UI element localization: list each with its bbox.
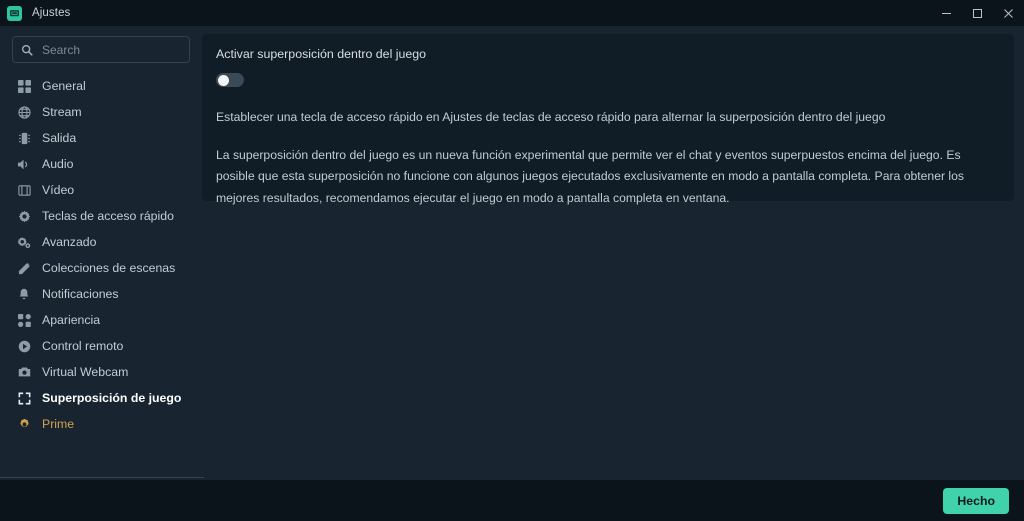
fullscreen-icon — [16, 390, 32, 406]
overlay-toggle-label: Activar superposición dentro del juego — [216, 47, 427, 61]
grid-icon — [16, 78, 32, 94]
footer-bar: Hecho — [0, 480, 1024, 521]
sidebar-item-label: Teclas de acceso rápido — [42, 209, 174, 223]
title-bar: Ajustes — [0, 0, 1024, 26]
sidebar-item-label: Vídeo — [42, 183, 75, 197]
appearance-icon — [16, 312, 32, 328]
maximize-button[interactable] — [962, 0, 993, 26]
sidebar-item-audio[interactable]: Audio — [0, 151, 202, 177]
window-controls — [931, 0, 1024, 26]
film-icon — [16, 182, 32, 198]
camera-icon — [16, 364, 32, 380]
remote-control-icon — [16, 338, 32, 354]
sidebar: General Stream — [0, 26, 204, 480]
sidebar-item-label: General — [42, 79, 86, 93]
gear-icon — [16, 208, 32, 224]
enable-game-overlay-toggle[interactable] — [216, 73, 244, 87]
toggle-knob — [217, 74, 229, 86]
done-button[interactable]: Hecho — [943, 487, 1009, 514]
sidebar-item-remote-control[interactable]: Control remoto — [0, 333, 202, 359]
sidebar-item-label: Avanzado — [42, 235, 97, 249]
sidebar-item-scene-collections[interactable]: Colecciones de escenas — [0, 255, 202, 281]
sidebar-item-virtual-webcam[interactable]: Virtual Webcam — [0, 359, 202, 385]
close-button[interactable] — [993, 0, 1024, 26]
globe-icon — [16, 104, 32, 120]
sidebar-divider — [0, 477, 204, 478]
sidebar-item-stream[interactable]: Stream — [0, 99, 202, 125]
output-icon — [16, 130, 32, 146]
sidebar-item-prime[interactable]: Prime — [0, 411, 202, 437]
stream-deck-icon — [7, 5, 22, 21]
speaker-icon — [16, 156, 32, 172]
settings-window: Ajustes Search General Stream Salida Aud… — [0, 0, 1024, 521]
bell-icon — [16, 286, 32, 302]
sidebar-item-appearance[interactable]: Apariencia — [0, 307, 202, 333]
window-title: Ajustes — [32, 7, 71, 19]
sidebar-item-hotkeys[interactable]: Teclas de acceso rápido — [0, 203, 202, 229]
sidebar-item-avanzado[interactable]: Avanzado — [0, 229, 202, 255]
sidebar-item-notifications[interactable]: Notificaciones — [0, 281, 202, 307]
search-icon — [21, 44, 33, 56]
search-box[interactable] — [12, 36, 190, 63]
content-area: Activar superposición dentro del juego E… — [202, 26, 1024, 480]
sidebar-nav: General Stream Salida Audio Vídeo Teclas… — [0, 73, 202, 437]
sidebar-item-label: Prime — [42, 417, 75, 431]
window-body: General Stream — [0, 26, 1024, 480]
search-input[interactable] — [42, 42, 181, 57]
sidebar-item-salida[interactable]: Salida — [0, 125, 202, 151]
sidebar-item-video[interactable]: Vídeo — [0, 177, 202, 203]
minimize-button[interactable] — [931, 0, 962, 26]
sidebar-item-label: Stream — [42, 105, 82, 119]
gears-icon — [16, 234, 32, 250]
sidebar-item-label: Colecciones de escenas — [42, 261, 176, 275]
sidebar-item-label: Superposición de juego — [42, 391, 182, 405]
sidebar-item-general[interactable]: General — [0, 73, 202, 99]
sidebar-item-label: Audio — [42, 157, 74, 171]
sidebar-item-label: Control remoto — [42, 339, 124, 353]
game-overlay-panel: Activar superposición dentro del juego E… — [202, 34, 1014, 205]
sidebar-item-label: Apariencia — [42, 313, 101, 327]
prime-crown-icon — [16, 416, 32, 432]
sidebar-item-label: Salida — [42, 131, 77, 145]
sidebar-item-game-overlay[interactable]: Superposición de juego — [0, 385, 202, 411]
hotkey-hint-text: Establecer una tecla de acceso rápido en… — [216, 110, 886, 124]
sidebar-item-label: Notificaciones — [42, 287, 119, 301]
sidebar-item-label: Virtual Webcam — [42, 365, 129, 379]
overlay-description-text: La superposición dentro del juego es un … — [216, 148, 964, 205]
scenes-icon — [16, 260, 32, 276]
